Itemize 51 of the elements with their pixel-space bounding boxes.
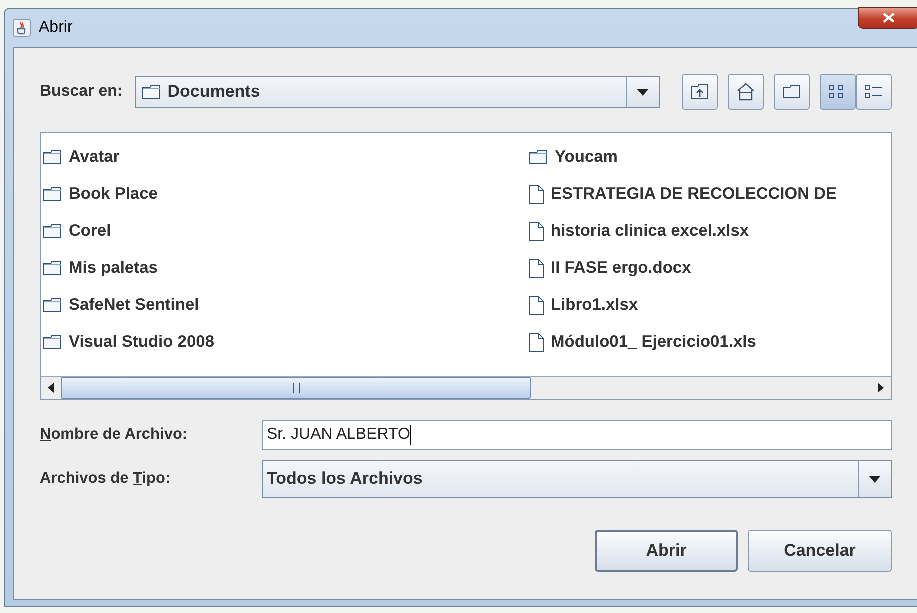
details-button[interactable] bbox=[856, 74, 892, 110]
folder-icon bbox=[43, 335, 63, 350]
folder-name[interactable]: Avatar bbox=[69, 148, 120, 167]
folder-icon bbox=[43, 224, 63, 239]
folder-icon bbox=[142, 84, 162, 100]
folder-icon bbox=[43, 298, 63, 313]
folder-name[interactable]: Mis paletas bbox=[69, 259, 158, 278]
folder-up-icon bbox=[691, 84, 709, 100]
folder-icon bbox=[43, 187, 63, 202]
folder-name[interactable]: Book Place bbox=[69, 185, 158, 204]
horizontal-scrollbar[interactable] bbox=[41, 376, 891, 399]
folder-name[interactable]: Youcam bbox=[555, 148, 618, 167]
up-button[interactable] bbox=[682, 74, 718, 110]
file-name[interactable]: Módulo01_ Ejercicio01.xls bbox=[551, 333, 756, 352]
new-folder-button[interactable] bbox=[774, 74, 810, 110]
close-icon bbox=[883, 13, 895, 23]
folder-icon bbox=[783, 85, 801, 99]
open-button[interactable]: Abrir bbox=[595, 530, 738, 572]
document-icon bbox=[529, 258, 545, 278]
file-name-field[interactable]: Sr. JUAN ALBERTO bbox=[262, 420, 892, 450]
cancel-button[interactable]: Cancelar bbox=[748, 530, 892, 572]
file-type-label: Archivos de Tipo: bbox=[40, 470, 172, 488]
right-arrow-icon bbox=[878, 383, 884, 393]
look-in-dropdown[interactable]: Documents bbox=[134, 76, 660, 108]
details-view-icon bbox=[865, 84, 883, 100]
window-title: Abrir bbox=[39, 19, 73, 37]
folder-icon bbox=[529, 150, 549, 165]
file-name-label: Nombre de Archivo: bbox=[40, 426, 189, 444]
file-name[interactable]: historia clinica excel.xlsx bbox=[551, 222, 750, 241]
folder-icon bbox=[43, 150, 63, 165]
dropdown-arrow-icon bbox=[869, 476, 881, 482]
file-name[interactable]: ESTRATEGIA DE RECOLECCION DE bbox=[551, 185, 838, 204]
dropdown-arrow-icon bbox=[637, 88, 649, 96]
document-icon bbox=[529, 296, 545, 316]
document-icon bbox=[529, 222, 545, 242]
home-button[interactable] bbox=[728, 74, 764, 110]
folder-name[interactable]: Visual Studio 2008 bbox=[69, 333, 215, 352]
house-icon bbox=[737, 83, 755, 101]
folder-name[interactable]: SafeNet Sentinel bbox=[69, 296, 200, 315]
left-arrow-icon bbox=[48, 383, 54, 393]
document-icon bbox=[529, 184, 545, 204]
list-button[interactable] bbox=[820, 74, 856, 110]
close-button[interactable] bbox=[858, 7, 917, 29]
document-icon bbox=[529, 332, 545, 352]
file-type-dropdown[interactable]: Todos los Archivos bbox=[262, 460, 892, 498]
look-in-label: Buscar en: bbox=[40, 83, 123, 101]
file-name[interactable]: II FASE ergo.docx bbox=[551, 259, 692, 278]
folder-name[interactable]: Corel bbox=[69, 222, 112, 241]
file-name[interactable]: Libro1.xlsx bbox=[551, 296, 638, 315]
folder-icon bbox=[43, 261, 63, 276]
coffee-cup-icon bbox=[13, 19, 31, 37]
